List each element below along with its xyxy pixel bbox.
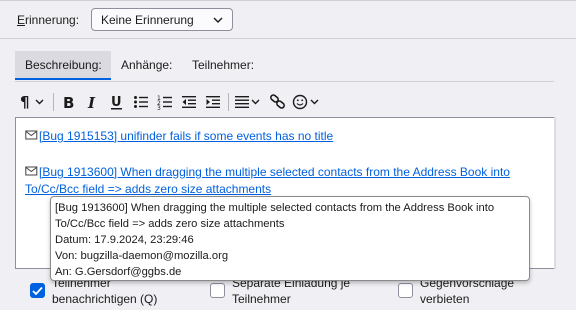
align-button[interactable]: [233, 91, 265, 113]
link-tooltip: [Bug 1913600] When dragging the multiple…: [50, 196, 530, 281]
tooltip-date: Datum: 17.9.2024, 23:29:46: [55, 234, 194, 246]
italic-icon: I: [87, 94, 96, 110]
italic-button[interactable]: I: [82, 91, 104, 113]
tab-attendees[interactable]: Teilnehmer:: [182, 51, 264, 80]
tooltip-subject-line1: [Bug 1913600] When dragging the multiple…: [55, 202, 495, 214]
insert-link-icon: [270, 94, 285, 109]
numbered-list-button[interactable]: 123: [154, 91, 176, 113]
outdent-icon: [182, 96, 196, 108]
chevron-down-icon: [213, 17, 223, 23]
tab-attachments[interactable]: Anhänge:: [111, 51, 182, 80]
toolbar-separator: [228, 93, 229, 111]
bold-button[interactable]: B: [58, 91, 80, 113]
bulleted-list-button[interactable]: [130, 91, 152, 113]
notify-attendees-checkbox[interactable]: [30, 283, 45, 298]
disallow-counter-checkbox[interactable]: [398, 283, 413, 298]
bulleted-list-icon: [134, 96, 148, 108]
mail-icon: [25, 166, 38, 176]
svg-text:3: 3: [157, 105, 161, 110]
format-toolbar: ¶ B I U 123: [19, 91, 327, 113]
indent-icon: [206, 96, 220, 108]
emoji-icon: [292, 94, 319, 110]
checkmark-icon: [32, 286, 43, 295]
underline-icon: U: [111, 95, 122, 110]
svg-text:U: U: [111, 95, 122, 110]
bug-link-1913600[interactable]: [Bug 1913600] When dragging the multiple…: [25, 164, 510, 198]
editor-scrollbar[interactable]: [554, 117, 556, 269]
bug-link-1915153[interactable]: [Bug 1915153] unifinder fails if some ev…: [25, 128, 333, 145]
indent-button[interactable]: [202, 91, 224, 113]
reminder-select-value: Keine Erinnerung: [101, 12, 194, 27]
underline-button[interactable]: U: [106, 91, 128, 113]
tab-description[interactable]: Beschreibung:: [15, 51, 111, 80]
separate-invitation-checkbox[interactable]: [210, 283, 225, 298]
toolbar-separator: [53, 93, 54, 111]
tooltip-subject-line2: To/Cc/Bcc field => adds zero size attach…: [55, 218, 285, 230]
svg-text:¶: ¶: [20, 94, 30, 110]
reminder-select[interactable]: Keine Erinnerung: [91, 8, 233, 31]
outdent-button[interactable]: [178, 91, 200, 113]
tooltip-from: Von: bugzilla-daemon@mozilla.org: [55, 250, 229, 262]
bold-icon: B: [63, 94, 74, 110]
insert-link-button[interactable]: [267, 91, 289, 113]
paragraph-format-icon: ¶: [20, 94, 44, 110]
tooltip-to: An: G.Gersdorf@ggbs.de: [55, 266, 182, 278]
emoji-button[interactable]: [291, 91, 325, 113]
reminder-label: Erinnerung:: [17, 13, 80, 27]
svg-text:B: B: [63, 94, 74, 110]
mail-icon: [25, 130, 38, 140]
svg-text:I: I: [87, 94, 96, 110]
align-icon: [235, 96, 260, 108]
paragraph-format-button[interactable]: ¶: [19, 91, 49, 113]
numbered-list-icon: 123: [157, 95, 172, 110]
tab-strip: Beschreibung: Anhänge: Teilnehmer:: [15, 51, 554, 82]
section-divider: [0, 38, 576, 39]
top-divider: [0, 0, 576, 1]
